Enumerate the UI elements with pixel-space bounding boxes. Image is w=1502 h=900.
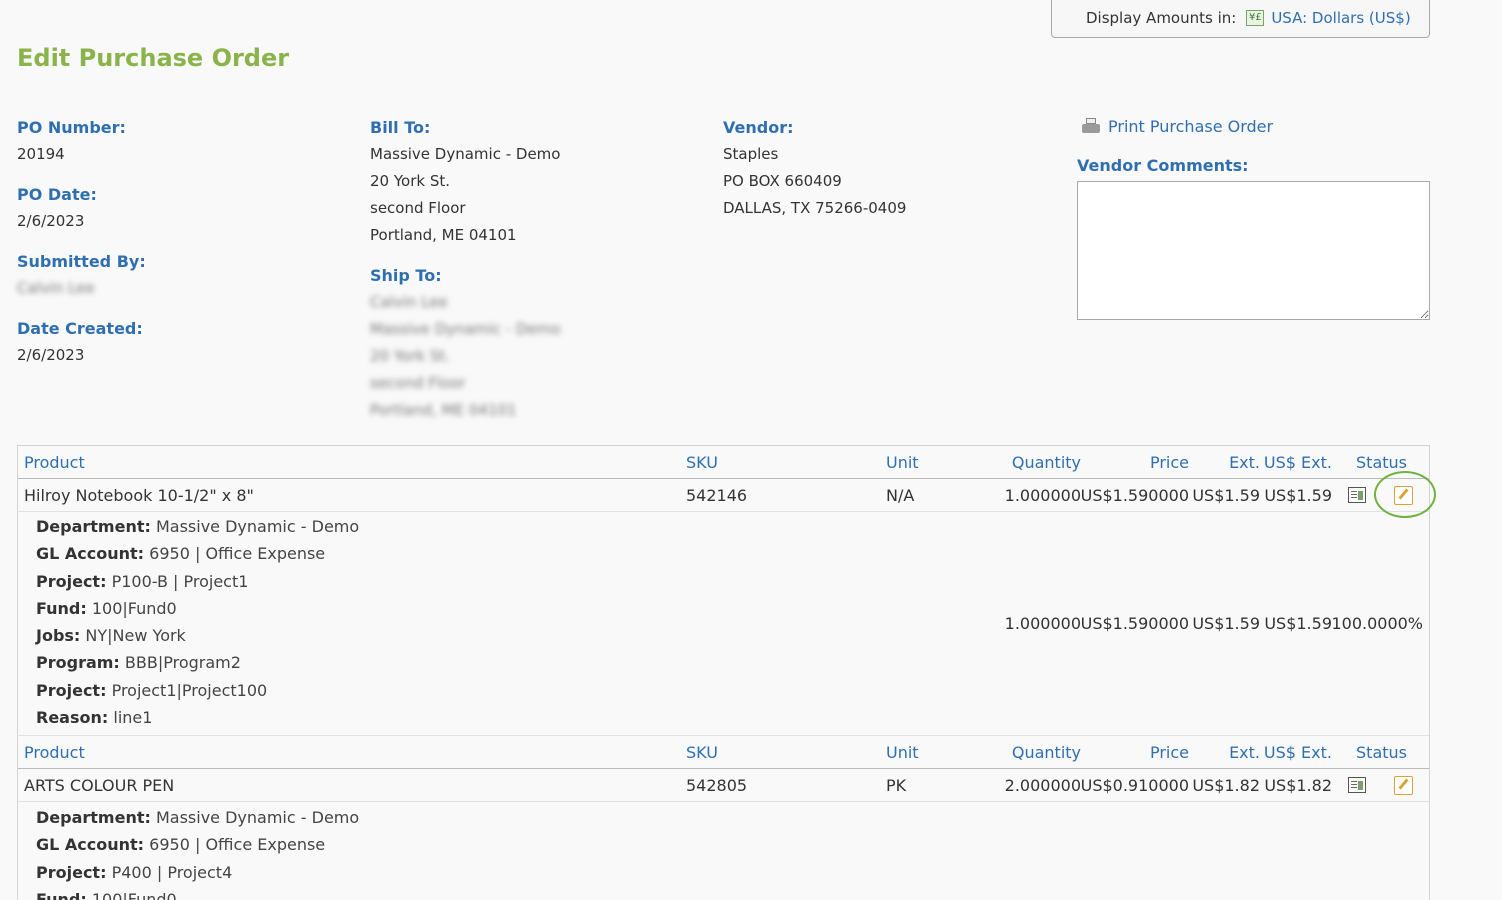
currency-icon: ¥£ <box>1246 10 1265 26</box>
po-info: PO Number: 20194 PO Date: 2/6/2023 Submi… <box>17 114 146 369</box>
price: US$0.910000 <box>1080 776 1189 795</box>
ship-to-line: Calvin Lee <box>370 293 448 311</box>
ship-to-line: second Floor <box>370 374 466 392</box>
currency-label: Display Amounts in: <box>1086 9 1237 27</box>
po-number: 20194 <box>17 145 65 163</box>
ship-to-line: Massive Dynamic - Demo <box>370 320 561 338</box>
us-ext: US$1.82 <box>1264 776 1332 795</box>
item-details: Department: Massive Dynamic - Demo GL Ac… <box>36 804 736 900</box>
ship-to-line: Portland, ME 04101 <box>370 401 517 419</box>
col-status: Status <box>1356 743 1407 762</box>
vendor-comments-input[interactable] <box>1077 181 1430 320</box>
col-sku: SKU <box>686 743 718 762</box>
date-created: 2/6/2023 <box>17 346 85 364</box>
col-price: Price <box>1149 453 1189 472</box>
col-ext: Ext. <box>1229 743 1260 762</box>
table-header: Product SKU Unit Quantity Price Ext. US$… <box>18 736 1429 769</box>
address-info: Bill To: Massive Dynamic - Demo 20 York … <box>370 114 560 424</box>
vendor-line: Staples <box>723 145 779 163</box>
document-icon[interactable] <box>1348 487 1366 503</box>
quantity: 2.000000 <box>1004 776 1081 795</box>
alloc-quantity: 1.000000 <box>1004 614 1081 633</box>
table-header: Product SKU Unit Quantity Price Ext. US$… <box>18 446 1429 479</box>
print-label: Print Purchase Order <box>1108 117 1274 136</box>
col-quantity: Quantity <box>1011 743 1081 762</box>
unit: PK <box>886 776 907 795</box>
page-title: Edit Purchase Order <box>17 44 290 72</box>
edit-icon[interactable] <box>1394 776 1413 795</box>
ship-to-line: 20 York St. <box>370 347 450 365</box>
detail-row: Department: Massive Dynamic - Demo <box>36 808 360 827</box>
detail-row: Project: Project1|Project100 <box>36 680 268 700</box>
col-ext: Ext. <box>1229 453 1260 472</box>
po-date-label: PO Date: <box>17 185 97 204</box>
product-name: ARTS COLOUR PEN <box>24 776 175 795</box>
col-us-ext: US$ Ext. <box>1263 743 1332 762</box>
detail-row: GL Account: 6950 | Office Expense <box>36 835 326 855</box>
detail-row: GL Account: 6950 | Office Expense <box>36 544 326 564</box>
price: US$1.590000 <box>1080 486 1189 505</box>
bill-to-line: Portland, ME 04101 <box>370 226 517 244</box>
line-items-table: Product SKU Unit Quantity Price Ext. US$… <box>17 445 1430 900</box>
po-date: 2/6/2023 <box>17 212 85 230</box>
submitted-by: Calvin Lee <box>17 279 95 297</box>
detail-row: Project: P100-B | Project1 <box>36 571 249 591</box>
col-price: Price <box>1149 743 1189 762</box>
col-product: Product <box>24 453 85 472</box>
detail-row: Department: Massive Dynamic - Demo <box>36 517 360 536</box>
vendor-info: Vendor: Staples PO BOX 660409 DALLAS, TX… <box>723 114 906 222</box>
unit: N/A <box>886 486 915 505</box>
bill-to-line: Massive Dynamic - Demo <box>370 145 561 163</box>
col-unit: Unit <box>886 743 919 762</box>
detail-row: Reason: line1 <box>36 708 153 728</box>
currency-link[interactable]: USA: Dollars (US$) <box>1271 9 1410 27</box>
col-us-ext: US$ Ext. <box>1263 453 1332 472</box>
document-icon[interactable] <box>1348 777 1366 793</box>
ext: US$1.82 <box>1192 776 1260 795</box>
table-row: ARTS COLOUR PEN 542805 PK 2.000000 US$0.… <box>18 769 1429 802</box>
alloc-us-ext: US$1.59 <box>1264 614 1332 633</box>
vendor-line: PO BOX 660409 <box>723 172 842 190</box>
quantity: 1.000000 <box>1004 486 1081 505</box>
alloc-ext: US$1.59 <box>1192 614 1260 633</box>
print-purchase-order-link[interactable]: Print Purchase Order <box>1082 117 1273 136</box>
sku: 542146 <box>686 486 748 505</box>
product-name: Hilroy Notebook 10-1/2" x 8" <box>24 486 254 505</box>
allocation-row: 1.000000 US$1.590000 US$1.59 US$1.59 100… <box>18 607 1429 640</box>
vendor-line: DALLAS, TX 75266-0409 <box>723 199 907 217</box>
col-sku: SKU <box>686 453 718 472</box>
detail-row: Program: BBB|Program2 <box>36 653 241 673</box>
detail-row: Fund: 100|Fund0 <box>36 889 177 900</box>
alloc-percent: 100.0000% <box>1331 614 1423 633</box>
date-created-label: Date Created: <box>17 319 143 338</box>
bill-to-line: 20 York St. <box>370 172 450 190</box>
ext: US$1.59 <box>1192 486 1260 505</box>
col-quantity: Quantity <box>1011 453 1081 472</box>
vendor-comments-label: Vendor Comments: <box>1077 156 1249 175</box>
sku: 542805 <box>686 776 748 795</box>
bill-to-line: second Floor <box>370 199 466 217</box>
col-unit: Unit <box>886 453 919 472</box>
col-product: Product <box>24 743 85 762</box>
ship-to-label: Ship To: <box>370 266 442 285</box>
highlight-circle <box>1374 471 1436 518</box>
currency-selector[interactable]: Display Amounts in: ¥£ USA: Dollars (US$… <box>1051 0 1430 38</box>
us-ext: US$1.59 <box>1264 486 1332 505</box>
alloc-price: US$1.590000 <box>1080 614 1189 633</box>
submitted-by-label: Submitted By: <box>17 252 146 271</box>
printer-icon <box>1082 118 1100 135</box>
table-row: Hilroy Notebook 10-1/2" x 8" 542146 N/A … <box>18 479 1429 512</box>
po-number-label: PO Number: <box>17 118 126 137</box>
detail-row: Project: P400 | Project4 <box>36 862 233 882</box>
bill-to-label: Bill To: <box>370 118 431 137</box>
vendor-label: Vendor: <box>723 118 794 137</box>
